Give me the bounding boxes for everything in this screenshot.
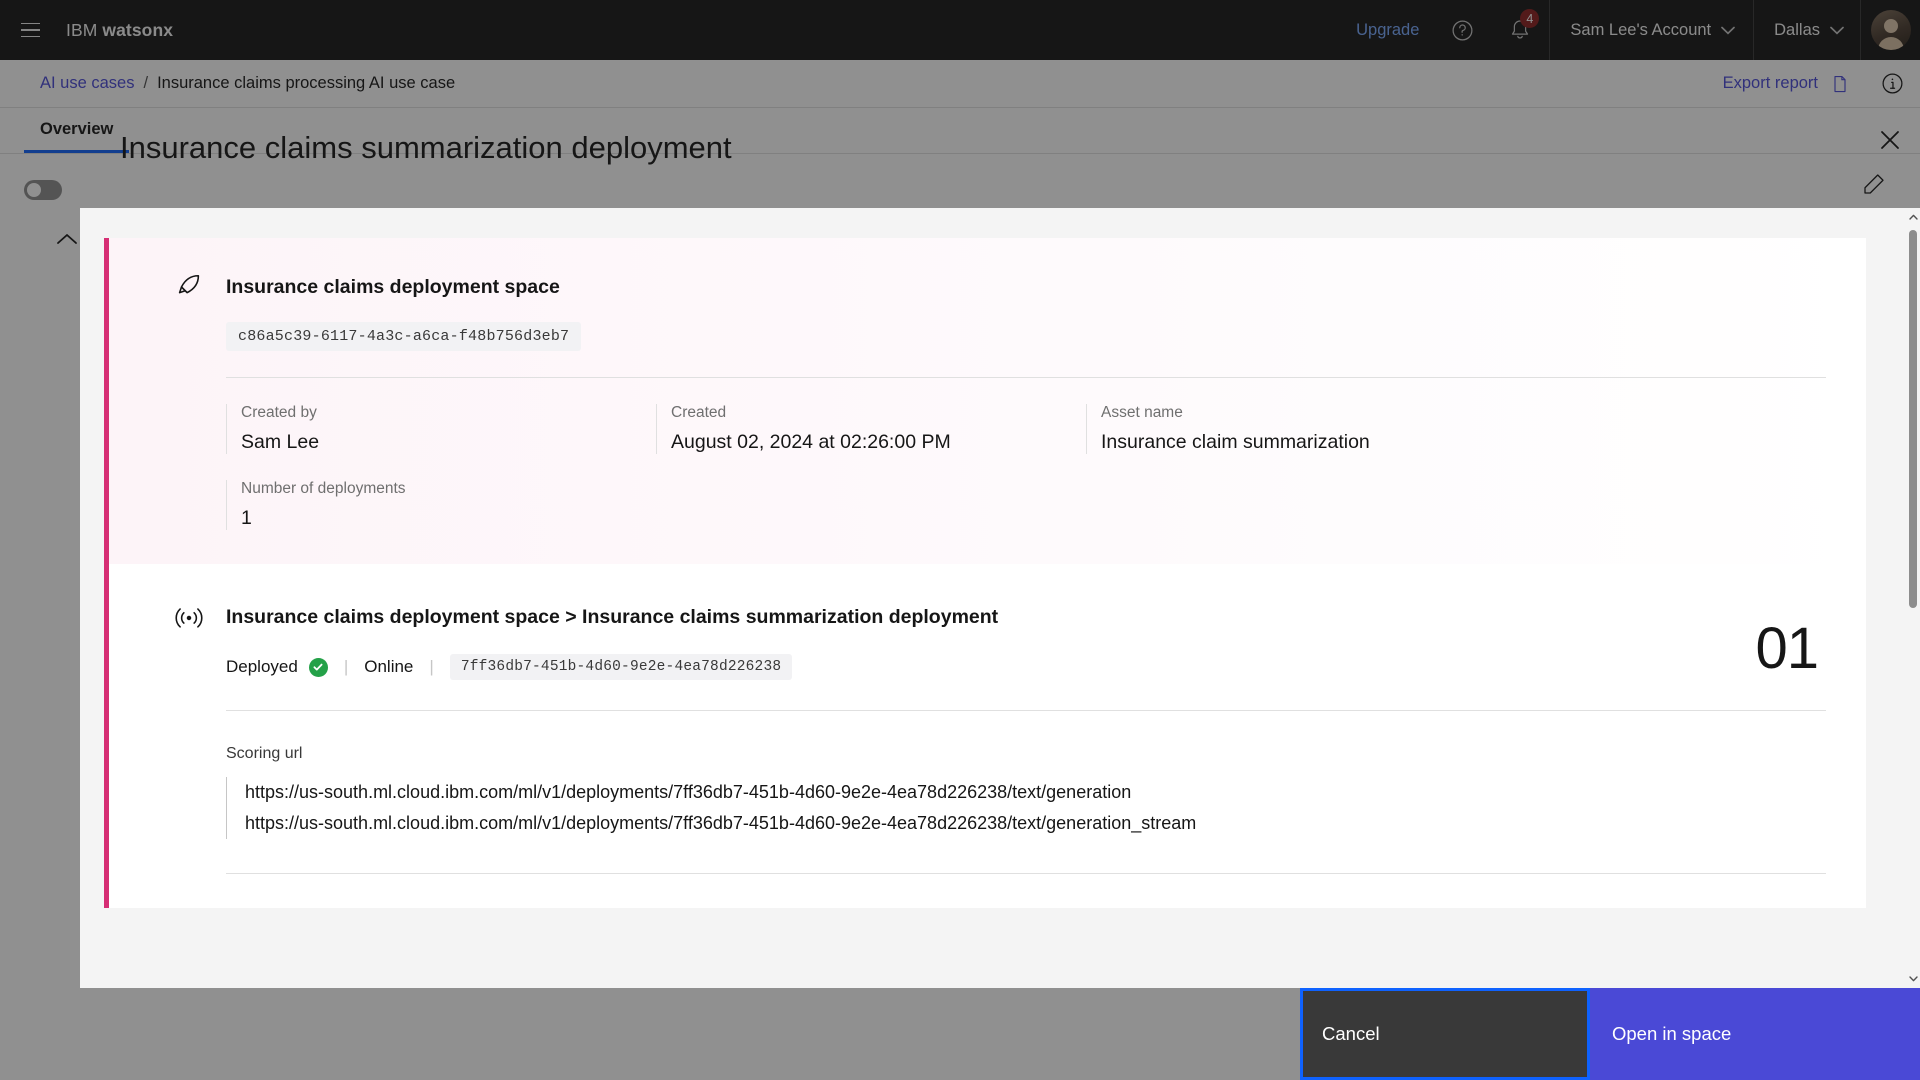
application-root: IBM watsonx Upgrade 4 Sam Lee's Account … [0, 0, 1920, 1080]
checkmark-filled-icon [308, 657, 328, 677]
space-card-divider [226, 377, 1826, 378]
modal-body: Insurance claims deployment space c86a5c… [80, 208, 1920, 988]
chevron-up-icon[interactable] [1906, 210, 1920, 224]
scrollbar-thumb[interactable] [1909, 230, 1917, 608]
deployment-card-divider-bottom [226, 873, 1826, 874]
space-metadata-row-2: Number of deployments 1 [226, 480, 1826, 530]
status-badge: Deployed [226, 657, 298, 676]
metadata-created: Created August 02, 2024 at 02:26:00 PM [656, 404, 1086, 454]
deployment-id-chip[interactable]: 7ff36db7-451b-4d60-9e2e-4ea78d226238 [449, 654, 793, 680]
metadata-label: Created [671, 404, 727, 421]
scoring-url-list: https://us-south.ml.cloud.ibm.com/ml/v1/… [226, 777, 1826, 839]
deployment-counter: 01 [1755, 616, 1819, 681]
space-metadata-row-1: Created by Sam Lee Created August 02, 20… [226, 404, 1826, 454]
modal-scroll-area: Insurance claims deployment space c86a5c… [80, 208, 1906, 988]
metadata-label: Asset name [1101, 404, 1183, 421]
metadata-value: 1 [241, 507, 252, 529]
scoring-url-item[interactable]: https://us-south.ml.cloud.ibm.com/ml/v1/… [226, 808, 1826, 839]
close-icon[interactable] [1866, 116, 1914, 164]
chevron-down-icon[interactable] [1906, 972, 1920, 986]
modal-scrollbar[interactable] [1906, 208, 1920, 988]
status-separator: | [429, 657, 434, 676]
metadata-value: Insurance claim summarization [1101, 431, 1370, 453]
space-card-header: Insurance claims deployment space [174, 272, 1826, 302]
scoring-url-label: Scoring url [226, 745, 303, 762]
deployment-card-header: Insurance claims deployment space > Insu… [174, 602, 1826, 632]
deployment-signal-icon [174, 602, 204, 632]
modal-footer: Cancel Open in space [80, 988, 1920, 1080]
scoring-url-item[interactable]: https://us-south.ml.cloud.ibm.com/ml/v1/… [226, 777, 1826, 808]
metadata-value: August 02, 2024 at 02:26:00 PM [671, 431, 951, 453]
deployment-card-divider [226, 710, 1826, 711]
deployment-space-card: Insurance claims deployment space c86a5c… [104, 238, 1866, 564]
status-separator: | [343, 657, 349, 676]
metadata-created-by: Created by Sam Lee [226, 404, 656, 454]
deployment-card-title: Insurance claims deployment space > Insu… [226, 605, 999, 628]
metadata-label: Created by [241, 404, 317, 421]
metadata-value: Sam Lee [241, 431, 320, 453]
metadata-asset-name: Asset name Insurance claim summarization [1086, 404, 1516, 454]
rocket-icon [174, 272, 204, 302]
space-id-chip[interactable]: c86a5c39-6117-4a3c-a6ca-f48b756d3eb7 [226, 322, 582, 351]
metadata-number-of-deployments: Number of deployments 1 [226, 480, 656, 530]
modal-header: Insurance claims summarization deploymen… [80, 108, 1920, 208]
modal-title: Insurance claims summarization deploymen… [120, 130, 732, 165]
cancel-button[interactable]: Cancel [1300, 988, 1590, 1080]
space-card-title: Insurance claims deployment space [226, 275, 560, 298]
deployment-state-label: Online [364, 657, 414, 676]
metadata-label: Number of deployments [241, 480, 406, 497]
deployment-card: 01 Insurance claims deployment space > I… [104, 564, 1866, 908]
open-in-space-button[interactable]: Open in space [1590, 988, 1920, 1080]
deployment-status-row: Deployed | Online | 7ff36db7-451b-4d60-9… [226, 654, 1826, 680]
deployment-details-modal: Insurance claims summarization deploymen… [80, 108, 1920, 1080]
